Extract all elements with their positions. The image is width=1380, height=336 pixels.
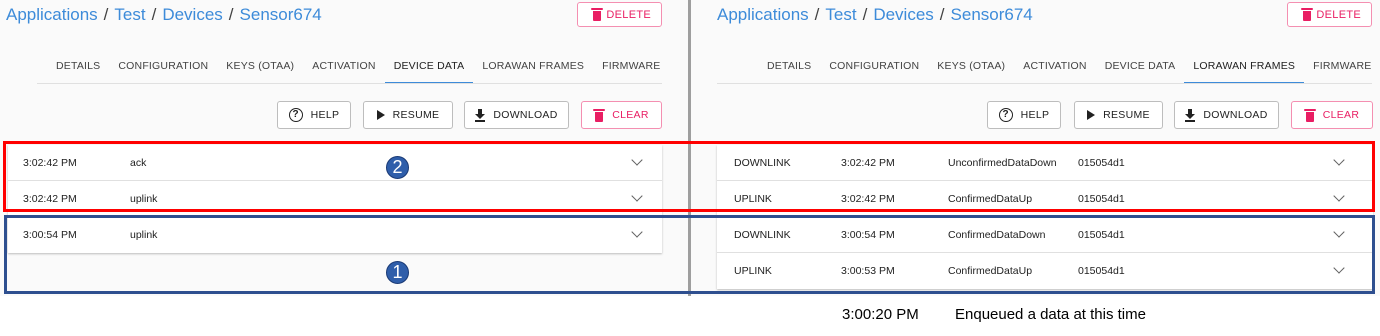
download-button[interactable]: DOWNLOAD [464,101,569,129]
breadcrumb-devices[interactable]: Devices [162,5,222,24]
resume-button[interactable]: RESUME [363,101,453,129]
breadcrumb-app[interactable]: Test [825,5,856,24]
help-label: HELP [1020,109,1050,121]
annotation-badge-1: 1 [386,261,409,284]
tab-lorawan-frames[interactable]: LORAWAN FRAMES [1184,58,1305,84]
device-tabs: DETAILS CONFIGURATION KEYS (OTAA) ACTIVA… [47,58,670,84]
play-icon [1087,110,1096,120]
download-button[interactable]: DOWNLOAD [1174,101,1279,129]
delete-button[interactable]: DELETE [1287,2,1372,27]
resume-label: RESUME [392,109,440,121]
clear-button[interactable]: CLEAR [581,101,662,129]
annotation-badge-2: 2 [386,156,409,179]
breadcrumb-separator: / [103,5,109,24]
tab-activation[interactable]: ACTIVATION [1014,58,1095,84]
clear-label: CLEAR [612,109,649,121]
breadcrumb-separator: / [151,5,157,24]
tabs-divider [37,83,662,84]
tab-firmware[interactable]: FIRMWARE [593,58,669,84]
trash-icon [590,8,604,21]
help-icon: ? [998,108,1013,122]
clear-label: CLEAR [1322,109,1360,121]
breadcrumb: Applications / Test / Devices / Sensor674 [6,5,322,25]
note-time: 3:00:20 PM [842,306,919,323]
download-label: DOWNLOAD [1203,109,1268,121]
breadcrumb-separator: / [939,5,945,24]
download-label: DOWNLOAD [493,109,558,121]
highlight-box-red [3,141,1375,212]
play-icon [376,110,385,120]
breadcrumb-device[interactable]: Sensor674 [240,5,322,24]
note-text: Enqueued a data at this time [955,306,1146,323]
tab-lorawan-frames[interactable]: LORAWAN FRAMES [473,58,593,84]
help-icon: ? [288,108,303,122]
delete-label: DELETE [1316,8,1361,21]
tab-keys-otaa[interactable]: KEYS (OTAA) [928,58,1014,84]
highlight-box-blue [4,215,1375,294]
breadcrumb-separator: / [814,5,820,24]
trash-icon [593,108,606,122]
resume-label: RESUME [1103,109,1150,121]
tab-configuration[interactable]: CONFIGURATION [820,58,928,84]
breadcrumb-applications[interactable]: Applications [717,5,809,24]
resume-button[interactable]: RESUME [1074,101,1163,129]
delete-button[interactable]: DELETE [577,2,662,27]
trash-icon [1300,8,1314,21]
tabs-divider [717,83,1372,84]
clear-button[interactable]: CLEAR [1291,101,1373,129]
download-icon [475,108,486,122]
delete-label: DELETE [606,8,651,21]
tab-configuration[interactable]: CONFIGURATION [109,58,217,84]
help-label: HELP [310,109,340,121]
help-button[interactable]: ? HELP [277,101,351,129]
tab-keys-otaa[interactable]: KEYS (OTAA) [217,58,303,84]
tab-details[interactable]: DETAILS [758,58,820,84]
breadcrumb-separator: / [862,5,868,24]
download-icon [1185,108,1196,122]
breadcrumb-device[interactable]: Sensor674 [951,5,1033,24]
breadcrumb-devices[interactable]: Devices [873,5,933,24]
tab-details[interactable]: DETAILS [47,58,109,84]
trash-icon [1303,108,1316,122]
tab-device-data[interactable]: DEVICE DATA [384,58,474,84]
breadcrumb-separator: / [228,5,234,24]
help-button[interactable]: ? HELP [987,101,1061,129]
tab-firmware[interactable]: FIRMWARE [1304,58,1380,84]
tab-device-data[interactable]: DEVICE DATA [1096,58,1185,84]
breadcrumb-applications[interactable]: Applications [6,5,98,24]
breadcrumb: Applications / Test / Devices / Sensor674 [717,5,1033,25]
device-tabs: DETAILS CONFIGURATION KEYS (OTAA) ACTIVA… [758,58,1380,84]
tab-activation[interactable]: ACTIVATION [303,58,384,84]
breadcrumb-app[interactable]: Test [114,5,145,24]
